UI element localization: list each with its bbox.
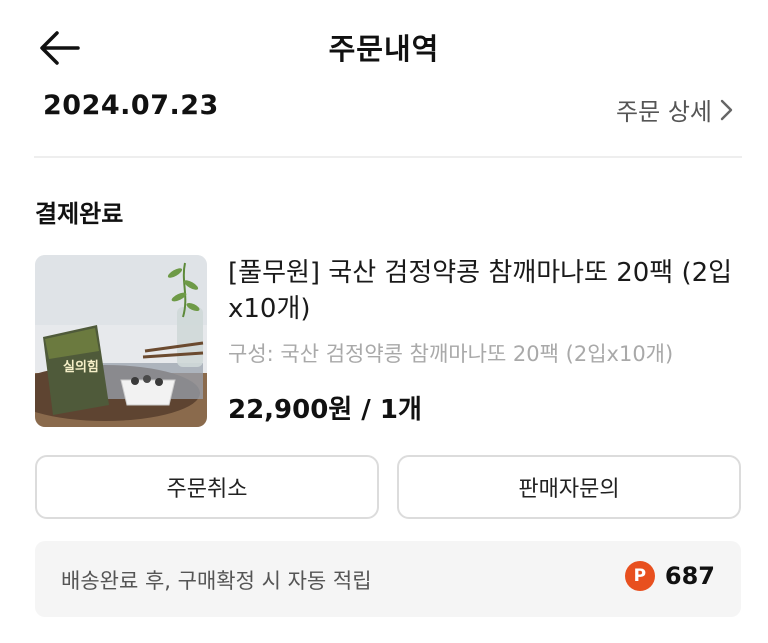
product-option: 구성: 국산 검정약콩 참깨마나또 20팩 (2입x10개) xyxy=(228,342,674,366)
product-price: 22,900원 / 1개 xyxy=(228,395,422,425)
page-title: 주문내역 xyxy=(328,32,440,66)
points-value: 687 xyxy=(664,562,715,590)
order-detail-label: 주문 상세 xyxy=(616,98,712,126)
seller-inquiry-button[interactable]: 판매자문의 xyxy=(397,455,741,519)
point-icon: P xyxy=(624,561,655,591)
package-label: 실의힘 xyxy=(63,359,99,375)
product-name[interactable]: [풀무원] 국산 검정약콩 참깨마나또 20팩 (2입x10개) xyxy=(228,255,748,327)
cancel-order-button[interactable]: 주문취소 xyxy=(35,455,379,519)
product-thumbnail[interactable]: 실의힘 xyxy=(35,255,207,427)
chevron-right-icon xyxy=(720,99,733,120)
header: 주문내역 xyxy=(0,0,768,92)
order-detail-link[interactable]: 주문 상세 xyxy=(616,92,734,127)
order-status: 결제완료 xyxy=(35,200,124,228)
points-amount: P 687 xyxy=(624,561,715,591)
divider xyxy=(34,156,742,158)
points-banner: 배송완료 후, 구매확정 시 자동 적립 P 687 xyxy=(35,541,741,617)
points-description: 배송완료 후, 구매확정 시 자동 적립 xyxy=(61,569,372,593)
order-date: 2024.07.23 xyxy=(43,90,219,121)
